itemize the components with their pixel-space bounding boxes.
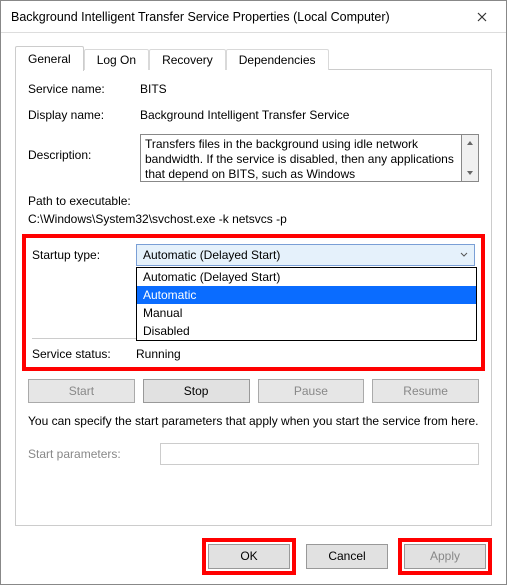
dialog-body: General Log On Recovery Dependencies Ser… [1, 33, 506, 536]
chevron-down-icon [460, 250, 468, 260]
start-params-input [160, 443, 479, 465]
startup-type-row: Startup type: Automatic (Delayed Start) … [32, 244, 475, 266]
titlebar: Background Intelligent Transfer Service … [1, 1, 506, 33]
startup-type-label: Startup type: [32, 248, 136, 262]
tab-strip: General Log On Recovery Dependencies [15, 44, 492, 70]
display-name-value: Background Intelligent Transfer Service [140, 108, 479, 122]
close-icon[interactable] [462, 3, 502, 31]
startup-option-automatic[interactable]: Automatic [137, 286, 476, 304]
start-button: Start [28, 379, 135, 403]
apply-highlight: Apply [398, 538, 492, 575]
stop-button[interactable]: Stop [143, 379, 250, 403]
dialog-footer: OK Cancel Apply [1, 536, 506, 584]
service-properties-dialog: Background Intelligent Transfer Service … [0, 0, 507, 585]
service-name-label: Service name: [28, 82, 140, 96]
display-name-row: Display name: Background Intelligent Tra… [28, 108, 479, 122]
ok-button[interactable]: OK [208, 544, 290, 569]
scroll-up-icon[interactable] [462, 135, 478, 151]
tab-recovery[interactable]: Recovery [149, 49, 226, 70]
apply-button: Apply [404, 544, 486, 569]
tab-dependencies[interactable]: Dependencies [226, 49, 329, 70]
service-name-value: BITS [140, 82, 479, 96]
scroll-down-icon[interactable] [462, 165, 478, 181]
service-status-row: Service status: Running [32, 347, 475, 361]
service-name-row: Service name: BITS [28, 82, 479, 96]
service-status-value: Running [136, 347, 181, 361]
pause-button: Pause [258, 379, 365, 403]
description-scrollbar[interactable] [462, 134, 479, 182]
path-block: Path to executable: C:\Windows\System32\… [28, 194, 479, 226]
description-box: Transfers files in the background using … [140, 134, 479, 182]
path-value: C:\Windows\System32\svchost.exe -k netsv… [28, 212, 479, 226]
description-label: Description: [28, 134, 140, 162]
startup-type-selected: Automatic (Delayed Start) [143, 248, 280, 262]
path-label: Path to executable: [28, 194, 479, 208]
cancel-button[interactable]: Cancel [306, 544, 388, 569]
display-name-label: Display name: [28, 108, 140, 122]
ok-highlight: OK [202, 538, 296, 575]
start-params-hint: You can specify the start parameters tha… [28, 413, 479, 429]
description-row: Description: Transfers files in the back… [28, 134, 479, 182]
tab-logon[interactable]: Log On [84, 49, 149, 70]
startup-option-delayed[interactable]: Automatic (Delayed Start) [137, 268, 476, 286]
startup-highlight: Startup type: Automatic (Delayed Start) … [22, 234, 485, 371]
startup-type-dropdown: Automatic (Delayed Start) Automatic Manu… [136, 267, 477, 341]
startup-option-manual[interactable]: Manual [137, 304, 476, 322]
description-text[interactable]: Transfers files in the background using … [140, 134, 462, 182]
tab-general[interactable]: General [15, 46, 84, 71]
service-control-buttons: Start Stop Pause Resume [28, 379, 479, 403]
tab-panel-general: Service name: BITS Display name: Backgro… [15, 69, 492, 526]
startup-option-disabled[interactable]: Disabled [137, 322, 476, 340]
start-params-row: Start parameters: [28, 443, 479, 465]
service-status-label: Service status: [32, 347, 136, 361]
resume-button: Resume [372, 379, 479, 403]
window-title: Background Intelligent Transfer Service … [11, 10, 462, 24]
startup-type-display[interactable]: Automatic (Delayed Start) [136, 244, 475, 266]
start-params-label: Start parameters: [28, 447, 160, 461]
startup-type-combo[interactable]: Automatic (Delayed Start) Automatic (Del… [136, 244, 475, 266]
